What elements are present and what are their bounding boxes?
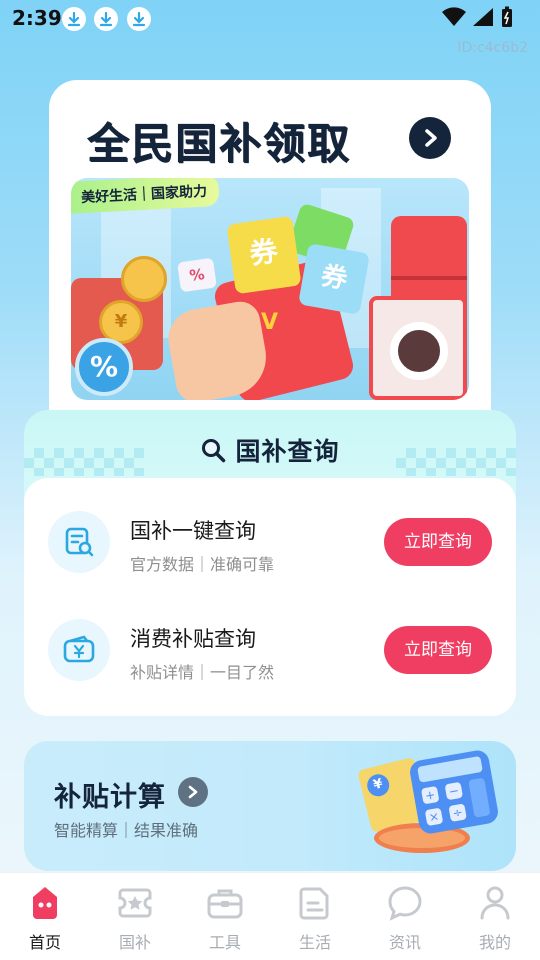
- nav-label: 我的: [478, 933, 511, 952]
- calc-key-plus: +: [420, 785, 440, 805]
- status-bar: 2:39: [0, 0, 540, 38]
- battery-icon: [502, 6, 512, 27]
- signal-icon: [473, 8, 493, 26]
- calc-subtitle: 智能精算｜结果准确: [54, 821, 199, 840]
- percent-badge: %: [75, 338, 133, 396]
- coin-illustration: [121, 256, 167, 302]
- nav-label: 首页: [28, 933, 61, 952]
- wifi-icon: [442, 7, 466, 27]
- query-panel: 国补查询 国补一键查询 官方数据｜准确可靠 立即查询 消费补贴查询 补贴详情｜一…: [24, 410, 516, 716]
- bottom-nav: 首页 国补 工具 生活 资讯 我的: [0, 872, 540, 960]
- download-icon: [94, 7, 118, 31]
- calc-key-divide: ÷: [448, 803, 467, 822]
- chevron-right-icon[interactable]: [409, 117, 451, 159]
- download-icon: [127, 7, 151, 31]
- query-item-title: 国补一键查询: [130, 519, 256, 543]
- query-now-button[interactable]: 立即查询: [384, 626, 492, 674]
- document-search-icon: [48, 511, 110, 573]
- ticket-star-icon: [115, 883, 155, 923]
- chevron-right-icon[interactable]: [178, 777, 208, 807]
- status-indicators: [442, 6, 514, 28]
- query-item-subtitle: 补贴详情｜一目了然: [130, 663, 275, 682]
- home-icon: [25, 883, 65, 923]
- status-time: 2:39: [12, 6, 62, 30]
- calc-key-times: ×: [424, 807, 444, 827]
- magnifier-icon: [200, 437, 226, 467]
- coupon-illustration: 券: [226, 215, 302, 295]
- checkmark-glyph: V: [261, 310, 279, 335]
- banner-tag: 美好生活｜国家助力: [71, 178, 220, 215]
- percent-tag: %: [177, 257, 217, 293]
- list-item[interactable]: 国补一键查询 官方数据｜准确可靠 立即查询: [24, 478, 516, 586]
- chat-icon: [385, 883, 425, 923]
- calc-key-minus: −: [444, 781, 464, 801]
- calculator-illustration: + − × ÷: [408, 748, 500, 836]
- toolbox-icon: [205, 883, 245, 923]
- nav-item-tools[interactable]: 工具: [180, 873, 270, 960]
- washing-machine-illustration: [369, 296, 467, 400]
- download-icon: [62, 7, 86, 31]
- page-id: ID:c4c6b2: [457, 40, 528, 56]
- nav-label: 工具: [208, 933, 241, 952]
- nav-item-subsidy[interactable]: 国补: [90, 873, 180, 960]
- document-icon: [295, 883, 335, 923]
- query-header: 国补查询: [24, 432, 516, 468]
- yuan-coin-glyph: ¥: [364, 771, 392, 799]
- query-item-subtitle: 官方数据｜准确可靠: [130, 555, 275, 574]
- list-item[interactable]: 消费补贴查询 补贴详情｜一目了然 立即查询: [24, 586, 516, 694]
- query-now-button[interactable]: 立即查询: [384, 518, 492, 566]
- nav-label: 国补: [118, 933, 151, 952]
- banner-illustration[interactable]: ¥ % % 券 券 V 美好生活｜国家助力: [71, 178, 469, 400]
- banner-title: 全民国补领取: [87, 119, 352, 168]
- nav-item-mine[interactable]: 我的: [450, 873, 540, 960]
- wallet-yuan-icon: [48, 619, 110, 681]
- query-title: 国补查询: [235, 437, 340, 466]
- person-icon: [475, 883, 515, 923]
- query-item-title: 消费补贴查询: [130, 627, 256, 651]
- subsidy-calc-card[interactable]: 补贴计算 智能精算｜结果准确 ¥ + − × ÷: [24, 741, 516, 871]
- nav-item-life[interactable]: 生活: [270, 873, 360, 960]
- nav-item-home[interactable]: 首页: [0, 873, 90, 960]
- coupon-illustration: 券: [298, 243, 370, 315]
- calc-title: 补贴计算: [54, 782, 166, 813]
- nav-label: 生活: [298, 933, 331, 952]
- calc-key: [468, 777, 491, 818]
- nav-item-news[interactable]: 资讯: [360, 873, 450, 960]
- nav-label: 资讯: [388, 933, 421, 952]
- query-list: 国补一键查询 官方数据｜准确可靠 立即查询 消费补贴查询 补贴详情｜一目了然 立…: [24, 478, 516, 716]
- banner-card[interactable]: 全民国补领取 ¥ % % 券 券 V 美好生活｜国家助力: [49, 80, 491, 440]
